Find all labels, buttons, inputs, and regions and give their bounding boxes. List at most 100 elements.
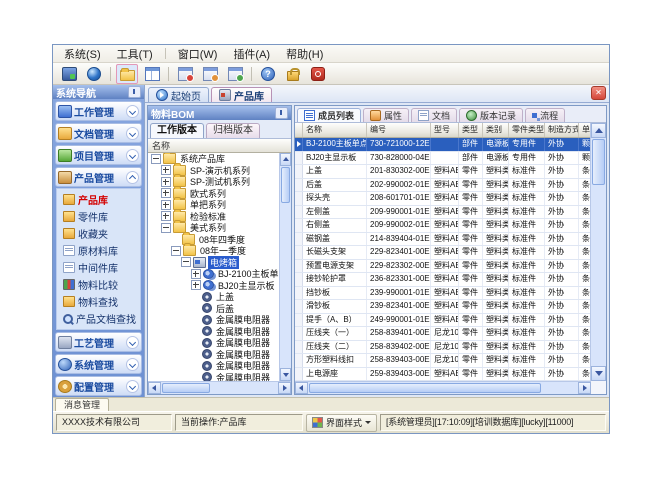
table-vertical-scrollbar[interactable] [590,123,606,381]
column-header-0[interactable]: 名称 [303,123,367,137]
detail-tab-2[interactable]: 文档 [411,108,457,122]
menu-item-0[interactable]: 系统(S) [57,45,108,63]
tree-vertical-scrollbar[interactable] [279,153,291,381]
expand-plus-icon[interactable] [161,200,171,210]
menu-item-2[interactable]: 窗口(W) [171,45,225,63]
table-row[interactable]: 上盖201-830302-00E塑料ABS零件塑料类标准件外协条 [295,165,591,179]
sidebar-group-6[interactable]: 配置管理 [55,376,142,396]
collapse-minus-icon[interactable] [161,223,171,233]
chevron-down-icon[interactable] [126,105,139,118]
sidebar-item-5[interactable]: 物料比较 [57,276,140,293]
column-header-2[interactable]: 型号 [431,123,459,137]
expand-plus-icon[interactable] [191,269,201,279]
toolbar-button-5[interactable] [199,64,221,84]
toolbar-button-2[interactable] [116,64,138,84]
scroll-left-icon[interactable] [295,382,308,394]
message-management-tab[interactable]: 消息管理 [55,398,109,411]
column-header-3[interactable]: 类型 [459,123,483,137]
collapse-minus-icon[interactable] [181,257,191,267]
close-tab-button[interactable] [591,86,606,100]
sidebar-item-0[interactable]: 产品库 [57,191,140,208]
column-header-1[interactable]: 编号 [367,123,431,137]
table-row[interactable]: 提手（A、B）249-990001-01E塑料ABS零件塑料类标准件外协条 [295,314,591,328]
menu-item-4[interactable]: 帮助(H) [279,45,330,63]
column-header-6[interactable]: 制造方式 [545,123,579,137]
expand-plus-icon[interactable] [191,280,201,290]
scroll-up-icon[interactable] [280,153,291,166]
sidebar-item-2[interactable]: 收藏夹 [57,225,140,242]
chevron-down-icon[interactable] [126,149,139,162]
sidebar-group-1[interactable]: 文档管理 [55,123,142,143]
table-row[interactable]: 压线夹（一）258-839401-00E尼龙1010零件塑料类标准件外协条 [295,327,591,341]
ui-style-button[interactable]: 界面样式 [306,414,377,432]
scroll-up-icon[interactable] [591,123,606,138]
toolbar-button-7[interactable] [257,64,279,84]
sidebar-item-7[interactable]: 产品文档查找 [57,310,140,327]
table-row[interactable]: 挡钞板239-990001-01E塑料ABS零件塑料类标准件外协条 [295,287,591,301]
scroll-down-icon[interactable] [280,368,291,381]
sidebar-item-6[interactable]: 物料查找 [57,293,140,310]
bom-pin-icon[interactable] [275,107,288,119]
collapse-minus-icon[interactable] [151,154,161,164]
sidebar-pin-icon[interactable] [128,86,141,98]
tree-scroll-thumb[interactable] [281,167,290,203]
sidebar-group-3[interactable]: 产品管理 [55,167,142,187]
scroll-right-icon[interactable] [278,382,291,394]
table-row[interactable]: 压线夹（二）258-839402-00E尼龙1010零件塑料类标准件外协条 [295,341,591,355]
table-row[interactable]: 探头壳208-601701-01E塑料ABS零件塑料类标准件外协条 [295,192,591,206]
table-row[interactable]: 上电源座259-839403-00E塑料ABS零件塑料类标准件外协条 [295,368,591,382]
tree-column-header[interactable]: 名称 [148,139,291,153]
table-scroll-thumb[interactable] [592,139,605,185]
toolbar-button-6[interactable] [224,64,246,84]
detail-tab-4[interactable]: 流程 [525,108,565,122]
table-row[interactable]: 左侧盖209-990001-01E塑料ABS零件塑料类标准件外协条 [295,206,591,220]
tree-hscroll-thumb[interactable] [162,383,210,393]
table-row[interactable]: 长磁头支架229-823401-00E塑料ABS零件塑料类标准件外协条 [295,246,591,260]
bom-version-tab-1[interactable]: 归档版本 [206,123,260,138]
scroll-left-icon[interactable] [148,382,161,394]
doc-tab-1[interactable]: 产品库 [211,87,272,102]
detail-tab-3[interactable]: 版本记录 [459,108,523,122]
toolbar-button-1[interactable] [83,64,105,84]
chevron-down-icon[interactable] [126,358,139,371]
chevron-down-icon[interactable] [126,127,139,140]
table-horizontal-scrollbar[interactable] [295,381,591,394]
table-row[interactable]: 接钞轮护罩236-823301-00E塑料ABS零件塑料类标准件外协条 [295,273,591,287]
sidebar-group-4[interactable]: 工艺管理 [55,332,142,352]
scroll-right-icon[interactable] [578,382,591,394]
sidebar-group-5[interactable]: 系统管理 [55,354,142,374]
doc-tab-0[interactable]: 起始页 [148,87,209,102]
chevron-down-icon[interactable] [126,336,139,349]
chevron-up-icon[interactable] [126,171,139,184]
table-row[interactable]: 滑钞板239-823401-00E塑料ABS零件塑料类标准件外协条 [295,300,591,314]
table-row[interactable]: 后盖202-990002-01E塑料ABS零件塑料类标准件外协条 [295,179,591,193]
expand-plus-icon[interactable] [161,211,171,221]
table-hscroll-thumb[interactable] [309,383,541,393]
menu-item-3[interactable]: 插件(A) [226,45,277,63]
sidebar-item-1[interactable]: 零件库 [57,208,140,225]
column-header-4[interactable]: 类别 [483,123,509,137]
table-row[interactable]: 右侧盖209-990002-01E塑料ABS零件塑料类标准件外协条 [295,219,591,233]
expand-plus-icon[interactable] [161,177,171,187]
sidebar-group-2[interactable]: 项目管理 [55,145,142,165]
tree-horizontal-scrollbar[interactable] [148,381,291,394]
toolbar-button-0[interactable] [58,64,80,84]
table-row[interactable]: 预置电源支架229-823302-00E塑料ABS零件塑料类标准件外协条 [295,260,591,274]
scroll-down-icon[interactable] [591,366,606,381]
toolbar-button-3[interactable] [141,64,163,84]
sidebar-group-0[interactable]: 工作管理 [55,101,142,121]
toolbar-button-9[interactable] [307,64,329,84]
detail-tab-1[interactable]: 属性 [363,108,409,122]
toolbar-button-4[interactable] [174,64,196,84]
sidebar-item-3[interactable]: 原材料库 [57,242,140,259]
table-row[interactable]: 方形塑料线扣258-839403-00E尼龙1010零件塑料类标准件外协条 [295,354,591,368]
expand-plus-icon[interactable] [161,188,171,198]
toolbar-button-8[interactable] [282,64,304,84]
chevron-down-icon[interactable] [126,380,139,393]
detail-tab-0[interactable]: 成员列表 [297,108,361,122]
tree-node-19[interactable]: 金属膜电阻器 [148,372,280,382]
menu-item-1[interactable]: 工具(T) [110,45,160,63]
expand-plus-icon[interactable] [161,165,171,175]
table-row[interactable]: BJ-2100主板单点730-721000-12E部件电源板专用件外协颗 [295,138,591,152]
sidebar-item-4[interactable]: 中间件库 [57,259,140,276]
